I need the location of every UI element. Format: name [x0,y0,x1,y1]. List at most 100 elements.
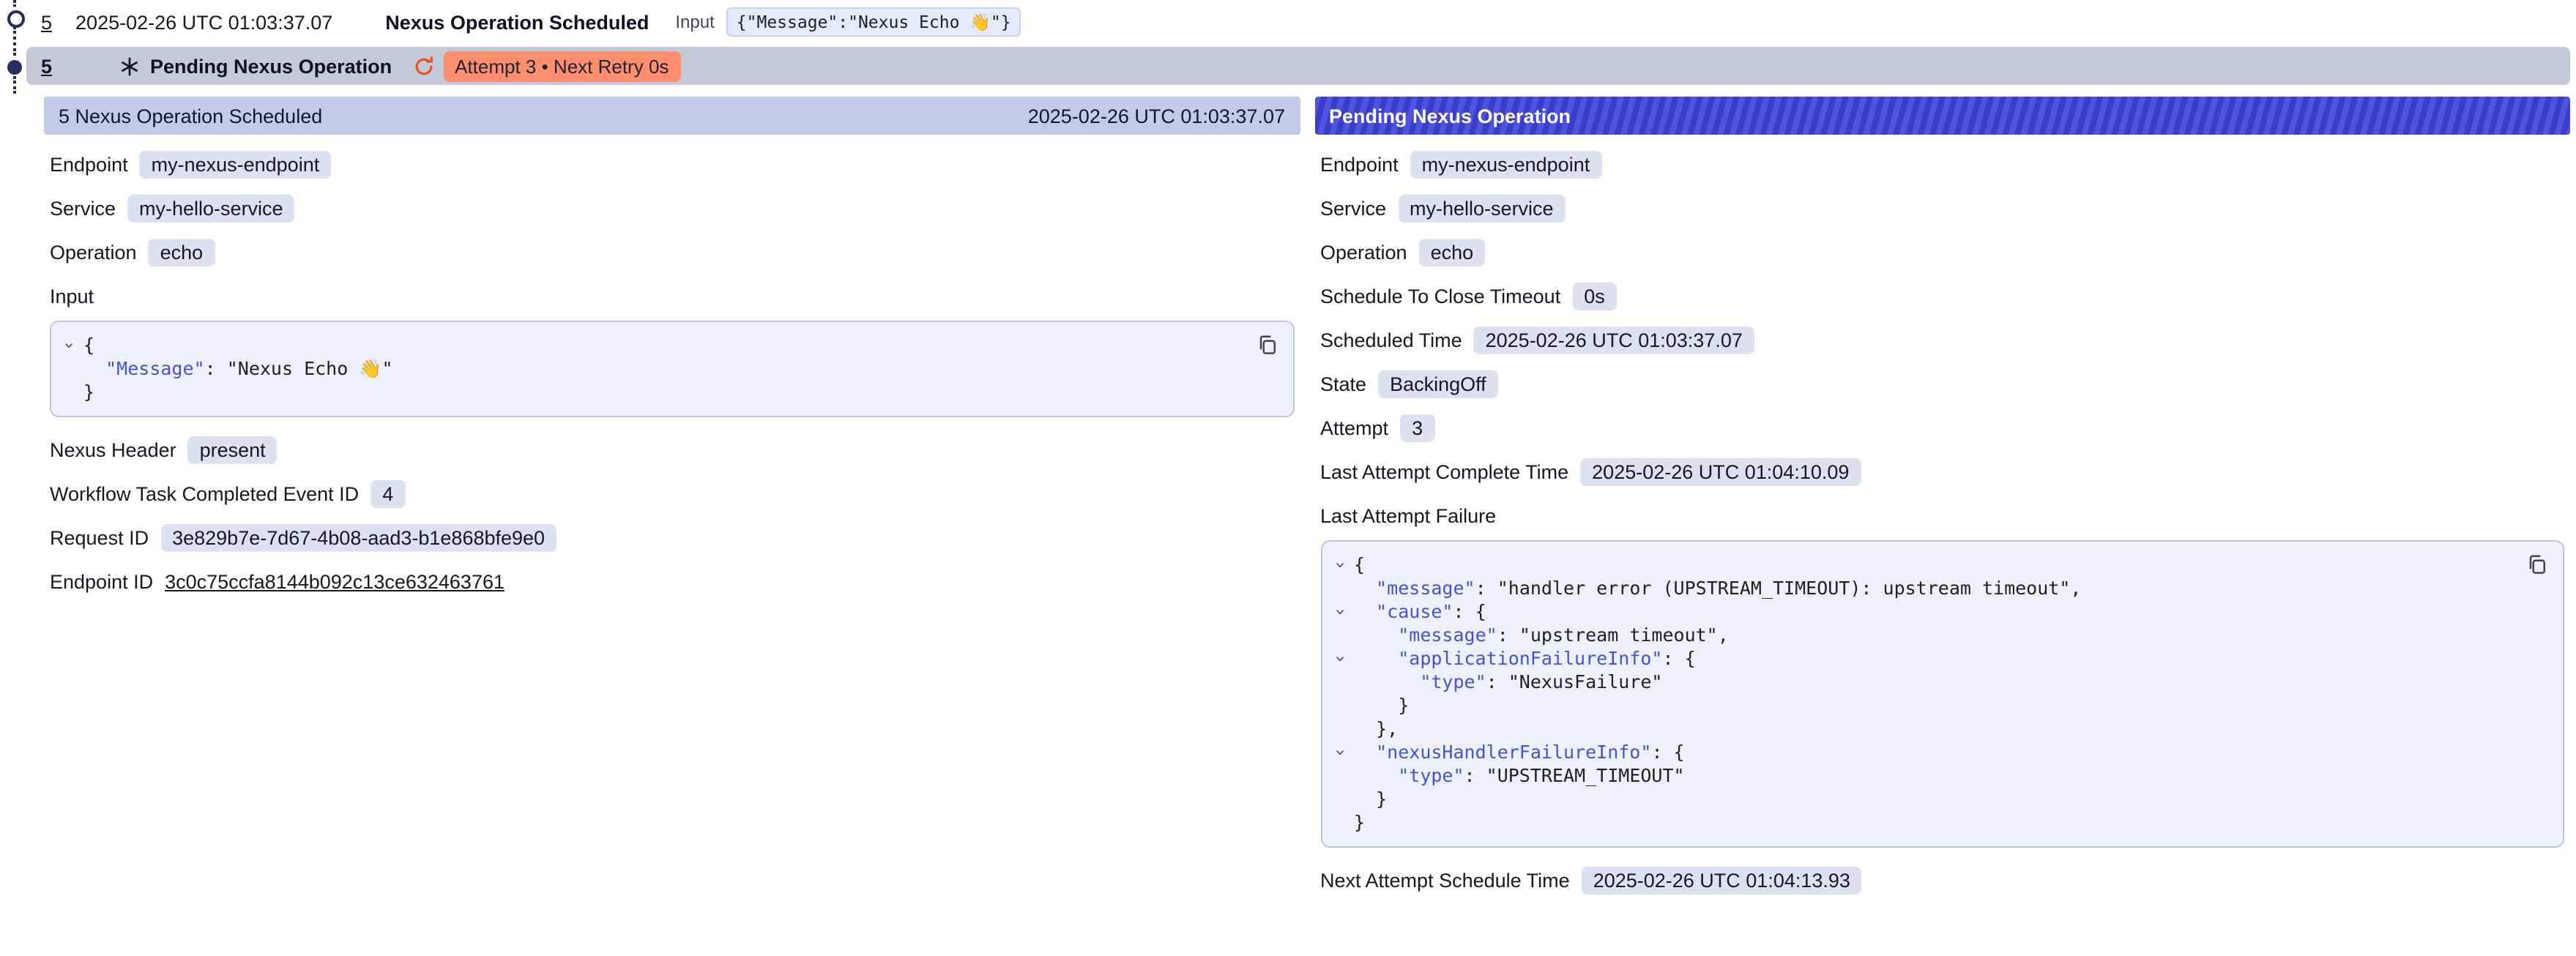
event-detail-panel: 5 Nexus Operation Scheduled 2025-02-26 U… [44,97,1300,610]
gutter-spacer [1328,671,1354,694]
collapse-chevron-icon[interactable]: › [1328,600,1354,624]
workflow-history-page: 5 2025-02-26 UTC 01:03:37.07 Nexus Opera… [0,0,2576,956]
field-next-attempt-schedule-time: Next Attempt Schedule Time 2025-02-26 UT… [1320,865,2564,896]
field-value-chip: present [188,436,278,464]
endpoint-id-link[interactable]: 3c0c75ccfa8144b092c13ce632463761 [165,571,505,593]
field-endpoint-id: Endpoint ID 3c0c75ccfa8144b092c13ce63246… [50,567,1294,597]
field-label: Last Attempt Complete Time [1320,461,1568,483]
timeline-dotted-line [13,26,16,56]
field-value-chip: 2025-02-26 UTC 01:04:13.93 [1582,867,1862,895]
input-section-label: Input [50,281,1294,310]
gutter-spacer [1328,811,1354,834]
field-label: Scheduled Time [1320,329,1462,351]
gutter-spacer [1328,764,1354,788]
field-label: Service [1320,198,1386,220]
field-workflow-task-completed-event-id: Workflow Task Completed Event ID 4 [50,479,1294,509]
event-input-preview-chip[interactable]: {"Message":"Nexus Echo 👋"} [726,7,1021,37]
field-label: Endpoint [1320,154,1399,176]
timeline-pending-marker-icon [7,60,22,75]
last-attempt-failure-label: Last Attempt Failure [1320,501,2564,530]
timeline-event-marker-icon [7,10,25,28]
field-attempt: Attempt 3 [1320,413,2564,444]
code-lines: ›{ "Message": "Nexus Echo 👋"} [57,334,1243,404]
pending-panel-header: Pending Nexus Operation [1314,97,2570,135]
field-value-chip: 3 [1400,414,1434,442]
field-state: State BackingOff [1320,369,2564,400]
pending-operation-panel: Pending Nexus Operation Endpoint my-nexu… [1314,97,2570,909]
field-label: Next Attempt Schedule Time [1320,870,1570,892]
gutter-spacer [1328,717,1354,741]
gutter-spacer [57,381,83,404]
field-operation: Operation echo [1320,237,2564,268]
field-label: Operation [1320,242,1407,264]
collapse-chevron-icon[interactable]: › [1328,553,1354,577]
input-json-viewer: ›{ "Message": "Nexus Echo 👋"} [50,321,1294,417]
field-value-chip: 4 [371,480,405,508]
field-label: Attempt [1320,417,1388,439]
field-service: Service my-hello-service [1320,193,2564,224]
field-value-chip: 3e829b7e-7d67-4b08-aad3-b1e868bfe9e0 [160,524,556,552]
gutter-spacer [1328,694,1354,717]
retry-attempt-badge: Attempt 3 • Next Retry 0s [443,51,680,81]
event-panel-body: Endpoint my-nexus-endpoint Service my-he… [44,135,1300,597]
event-panel-timestamp: 2025-02-26 UTC 01:03:37.07 [1028,105,1285,127]
field-label: Schedule To Close Timeout [1320,285,1560,307]
gutter-spacer [57,357,83,381]
gutter-spacer [1328,624,1354,647]
timeline-dotted-line [13,0,16,7]
field-label: Request ID [50,527,149,549]
field-label: Workflow Task Completed Event ID [50,483,359,505]
field-value-chip: 2025-02-26 UTC 01:03:37.07 [1474,326,1754,354]
copy-icon[interactable] [2523,550,2551,578]
field-value-chip: my-hello-service [127,195,295,223]
failure-json-viewer: ›{ "message": "handler error (UPSTREAM_T… [1320,540,2564,848]
field-value-chip: my-nexus-endpoint [140,151,332,179]
field-label: Operation [50,242,137,264]
code-lines: ›{ "message": "handler error (UPSTREAM_T… [1328,553,2513,834]
field-label: Service [50,198,116,220]
collapse-chevron-icon[interactable]: › [57,334,83,357]
field-label: Endpoint [50,154,128,176]
history-rows: 5 2025-02-26 UTC 01:03:37.07 Nexus Opera… [0,0,2576,85]
field-label: Nexus Header [50,439,176,461]
event-panel-title: 5 Nexus Operation Scheduled [59,105,322,127]
gutter-spacer [1328,788,1354,811]
timeline-rail [6,0,26,97]
field-value-chip: 2025-02-26 UTC 01:04:10.09 [1580,458,1861,486]
field-value-chip: echo [1419,239,1486,266]
pending-id-link[interactable]: 5 [41,55,52,77]
event-input-label: Input [675,12,714,32]
field-service: Service my-hello-service [50,193,1294,224]
field-endpoint: Endpoint my-nexus-endpoint [1320,149,2564,180]
pending-asterisk-icon [119,56,138,75]
event-timestamp: 2025-02-26 UTC 01:03:37.07 [75,11,332,33]
field-schedule-to-close-timeout: Schedule To Close Timeout 0s [1320,281,2564,312]
timeline-dotted-line [13,76,16,94]
field-scheduled-time: Scheduled Time 2025-02-26 UTC 01:03:37.0… [1320,325,2564,356]
field-value-chip: echo [149,239,215,266]
field-operation: Operation echo [50,237,1294,268]
detail-panels: 5 Nexus Operation Scheduled 2025-02-26 U… [44,97,2570,909]
field-value-chip: BackingOff [1378,370,1498,398]
field-endpoint: Endpoint my-nexus-endpoint [50,149,1294,180]
field-label: State [1320,373,1366,395]
gutter-spacer [1328,577,1354,600]
pending-panel-body: Endpoint my-nexus-endpoint Service my-he… [1314,135,2570,896]
history-event-row[interactable]: 5 2025-02-26 UTC 01:03:37.07 Nexus Opera… [26,0,2576,44]
event-id-link[interactable]: 5 [41,11,52,33]
collapse-chevron-icon[interactable]: › [1328,647,1354,671]
history-pending-row[interactable]: 5 Pending Nexus Operation Attempt 3 • Ne… [26,47,2570,85]
field-last-attempt-complete-time: Last Attempt Complete Time 2025-02-26 UT… [1320,457,2564,488]
field-nexus-header: Nexus Header present [50,435,1294,466]
field-label: Endpoint ID [50,571,153,593]
field-value-chip: my-nexus-endpoint [1410,151,1602,179]
retry-icon [412,55,434,77]
field-value-chip: 0s [1572,283,1617,310]
field-value-chip: my-hello-service [1398,195,1566,223]
field-request-id: Request ID 3e829b7e-7d67-4b08-aad3-b1e86… [50,523,1294,553]
collapse-chevron-icon[interactable]: › [1328,741,1354,764]
event-title: Nexus Operation Scheduled [385,11,649,33]
pending-panel-title: Pending Nexus Operation [1329,105,1571,127]
copy-icon[interactable] [1253,331,1281,359]
pending-title: Pending Nexus Operation [150,55,392,77]
